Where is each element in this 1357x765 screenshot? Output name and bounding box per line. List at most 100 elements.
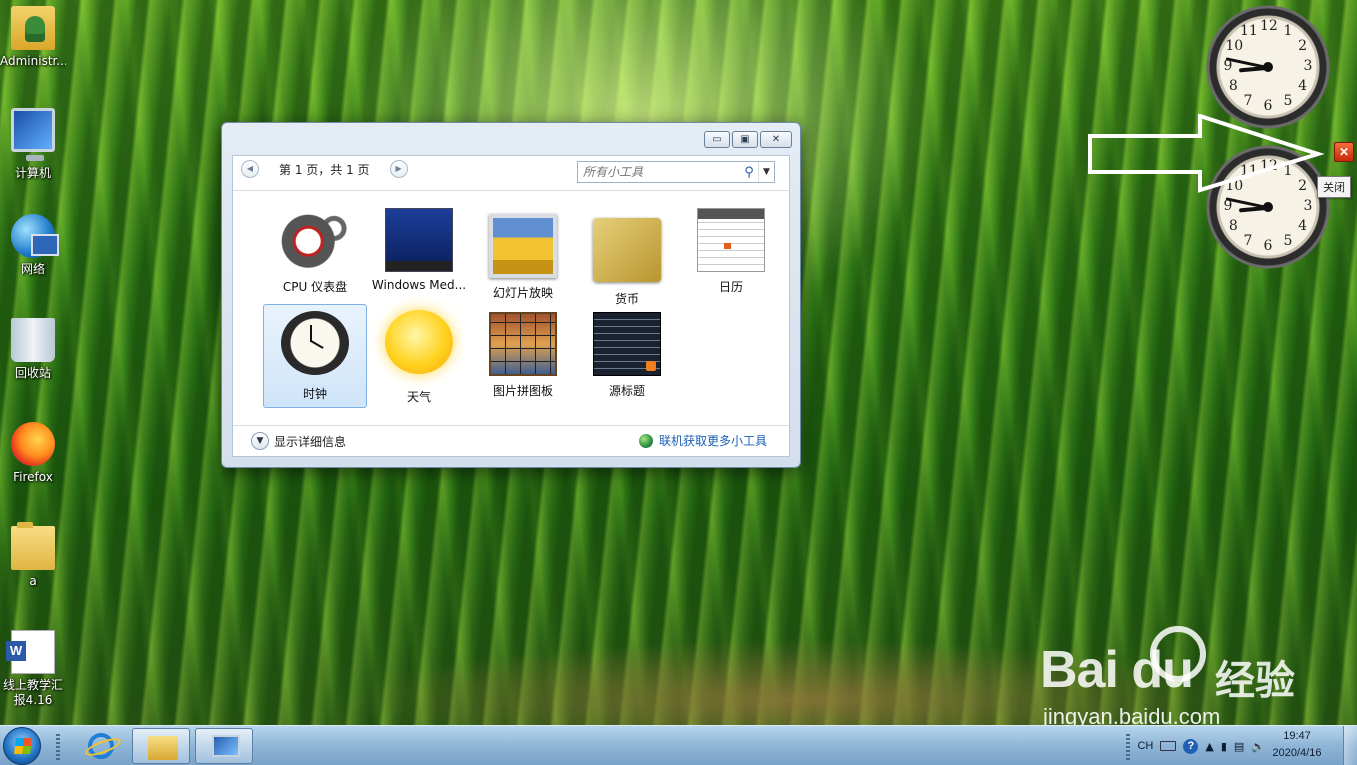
tray-date: 2020/4/16 bbox=[1272, 747, 1322, 759]
clock-numeral: 4 bbox=[1298, 218, 1308, 234]
clock-numeral: 10 bbox=[1225, 38, 1244, 54]
media-center-icon bbox=[385, 208, 453, 272]
recycle-bin-icon bbox=[11, 318, 55, 362]
desktop-clock-gadget[interactable]: 12 1 2 3 4 5 6 7 8 9 10 11 bbox=[1205, 4, 1331, 130]
tray-grip[interactable] bbox=[1126, 732, 1131, 760]
tray-clock[interactable]: 19:47 2020/4/16 bbox=[1259, 728, 1335, 762]
show-desktop-button[interactable] bbox=[1343, 726, 1357, 765]
minimize-button[interactable]: ▭ bbox=[704, 131, 730, 148]
slide-show-icon bbox=[489, 214, 557, 278]
firefox-icon bbox=[11, 422, 55, 466]
taskbar-gadgets[interactable] bbox=[195, 728, 253, 764]
clock-numeral: 12 bbox=[1260, 18, 1278, 34]
gadget-name: 图片拼图板 bbox=[492, 384, 553, 398]
clock-center bbox=[1263, 202, 1273, 212]
clock-numeral: 6 bbox=[1263, 238, 1273, 254]
page-indicator: 第 1 页，共 1 页 bbox=[279, 162, 370, 177]
user-folder-icon bbox=[11, 6, 55, 50]
get-more-gadgets-label: 联机获取更多小工具 bbox=[658, 434, 767, 448]
gadget-search: ⚲ ▼ bbox=[577, 161, 775, 183]
clock-numeral: 1 bbox=[1283, 23, 1293, 40]
folder-icon bbox=[11, 522, 55, 570]
desktop-icon-label: a bbox=[29, 574, 37, 588]
gadget-name: Windows Med... bbox=[371, 278, 467, 292]
clock-numeral: 3 bbox=[1303, 198, 1313, 214]
start-button[interactable] bbox=[3, 727, 41, 765]
restore-button[interactable]: ▣ bbox=[732, 131, 758, 148]
show-details-toggle[interactable]: ▼ 显示详细信息 bbox=[251, 432, 346, 450]
gadget-name: 天气 bbox=[406, 390, 431, 404]
clock-numeral: 4 bbox=[1298, 78, 1308, 94]
globe-icon bbox=[638, 433, 653, 448]
system-tray: CH ? ▲ ▮ ▤ 🔈 bbox=[1126, 726, 1265, 765]
desktop-icon-firefox[interactable]: Firefox bbox=[0, 422, 66, 485]
desktop-icon-label: Administr... bbox=[0, 54, 66, 68]
desktop-icon-label: 线上教学汇报4.16 bbox=[2, 678, 63, 707]
clock-center bbox=[1263, 62, 1273, 72]
taskbar: CH ? ▲ ▮ ▤ 🔈 19:47 2020/4/16 bbox=[0, 725, 1357, 765]
gadget-picture-puzzle[interactable]: 图片拼图板 bbox=[471, 304, 575, 408]
search-input[interactable] bbox=[578, 165, 740, 179]
baidu-paw-icon bbox=[1150, 626, 1206, 682]
gadget-clock[interactable]: 时钟 bbox=[263, 304, 367, 408]
clock-numeral: 5 bbox=[1283, 232, 1293, 249]
show-details-label: 显示详细信息 bbox=[274, 434, 347, 449]
clock-numeral: 7 bbox=[1243, 232, 1253, 249]
tray-time: 19:47 bbox=[1283, 730, 1311, 742]
chevron-down-icon: ▼ bbox=[251, 432, 269, 450]
gadget-weather[interactable]: 天气 bbox=[367, 304, 471, 408]
gadget-name: 源标题 bbox=[608, 384, 645, 398]
desktop-icon-network[interactable]: 网络 bbox=[0, 214, 66, 277]
clock-numeral: 3 bbox=[1303, 58, 1313, 74]
taskbar-grip[interactable] bbox=[56, 732, 60, 760]
gadget-cpu-meter[interactable]: CPU 仪表盘 bbox=[263, 200, 367, 304]
clock-numeral: 6 bbox=[1263, 98, 1273, 114]
clock-numeral: 7 bbox=[1243, 92, 1253, 109]
currency-icon bbox=[593, 218, 661, 282]
help-icon[interactable]: ? bbox=[1183, 738, 1199, 754]
get-more-gadgets-link[interactable]: 联机获取更多小工具 bbox=[638, 432, 767, 449]
desktop-icon-word-doc[interactable]: 线上教学汇报4.16 bbox=[0, 630, 66, 708]
close-gadget-button[interactable]: ✕ bbox=[1334, 142, 1354, 162]
weather-sun-icon bbox=[385, 310, 453, 374]
gadget-calendar[interactable]: 日历 bbox=[679, 200, 783, 304]
desktop-icon-label: 网络 bbox=[20, 262, 45, 276]
gadget-currency[interactable]: 货币 bbox=[575, 200, 679, 306]
gadget-feed-headlines[interactable]: 源标题 bbox=[575, 304, 679, 408]
internet-explorer-icon bbox=[88, 733, 114, 759]
close-tooltip: 关闭 bbox=[1317, 176, 1351, 198]
next-page-button[interactable]: ▶ bbox=[389, 160, 408, 178]
desktop-icon-folder-a[interactable]: a bbox=[0, 522, 66, 589]
search-icon[interactable]: ⚲ bbox=[740, 165, 758, 180]
gadgets-icon bbox=[212, 735, 240, 757]
desktop-icon-label: 计算机 bbox=[14, 166, 51, 180]
power-icon[interactable]: ▮ bbox=[1221, 740, 1227, 753]
watermark-text: 经验 bbox=[1215, 658, 1295, 704]
feed-headlines-icon bbox=[593, 312, 661, 376]
gadget-name: 日历 bbox=[718, 280, 743, 294]
desktop-icon-administrator[interactable]: Administr... bbox=[0, 6, 66, 69]
clock-icon bbox=[281, 311, 349, 375]
divider bbox=[233, 425, 789, 426]
arrow-annotation-icon bbox=[1088, 114, 1325, 193]
calendar-icon bbox=[697, 208, 765, 272]
tray-expand-icon[interactable]: ▲ bbox=[1205, 740, 1213, 753]
network-status-icon[interactable]: ▤ bbox=[1234, 740, 1244, 753]
clock-numeral: 5 bbox=[1283, 92, 1293, 109]
desktop-icon-label: 回收站 bbox=[14, 366, 51, 380]
picture-puzzle-icon bbox=[489, 312, 557, 376]
keyboard-icon[interactable] bbox=[1160, 741, 1177, 751]
gadget-name: 幻灯片放映 bbox=[492, 286, 553, 300]
input-language[interactable]: CH bbox=[1137, 740, 1153, 752]
taskbar-file-explorer[interactable] bbox=[132, 728, 190, 764]
prev-page-button[interactable]: ◀ bbox=[241, 160, 259, 178]
gadget-windows-media-center[interactable]: Windows Med... bbox=[367, 200, 471, 304]
gadget-slide-show[interactable]: 幻灯片放映 bbox=[471, 200, 575, 304]
desktop-icon-computer[interactable]: 计算机 bbox=[0, 108, 66, 181]
clock-numeral: 8 bbox=[1228, 218, 1238, 234]
taskbar-internet-explorer[interactable] bbox=[72, 728, 128, 764]
gadget-name: 时钟 bbox=[302, 387, 327, 401]
chevron-down-icon[interactable]: ▼ bbox=[758, 162, 774, 182]
close-button[interactable]: ✕ bbox=[760, 131, 792, 148]
desktop-icon-recycle-bin[interactable]: 回收站 bbox=[0, 318, 66, 381]
